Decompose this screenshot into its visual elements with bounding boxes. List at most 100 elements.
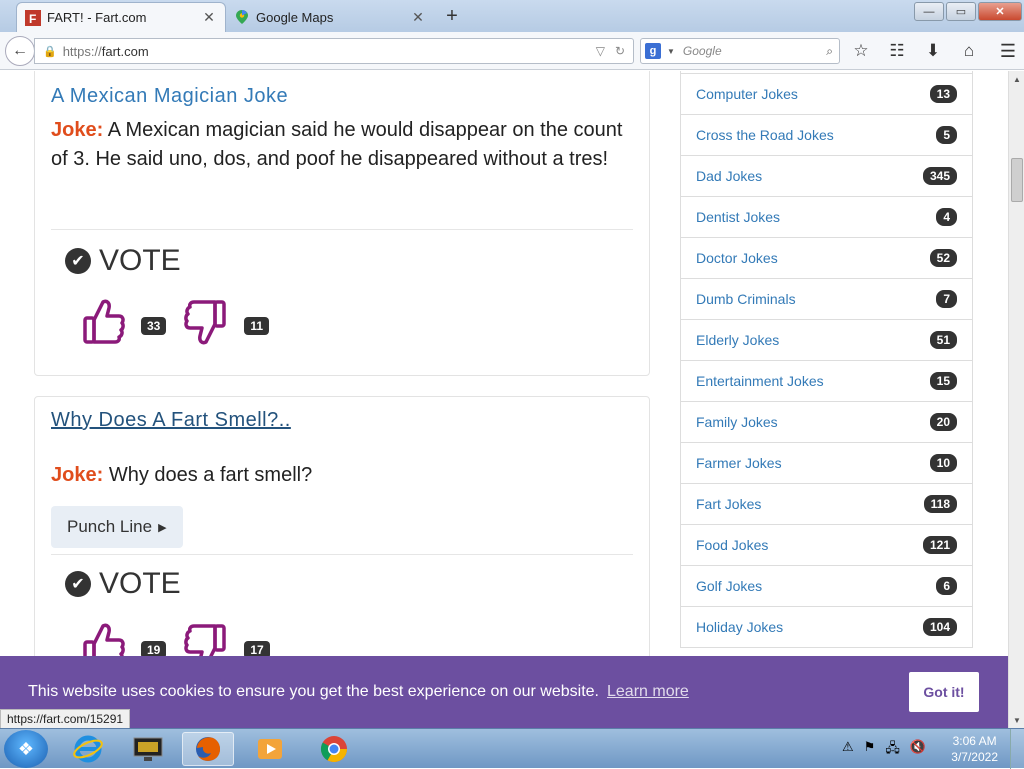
tab-google-maps[interactable]: Google Maps ✕ xyxy=(226,2,434,32)
show-desktop-button[interactable] xyxy=(1010,729,1024,769)
category-item[interactable]: Food Jokes 121 xyxy=(681,525,972,566)
category-item[interactable]: Farmer Jokes 10 xyxy=(681,443,972,484)
vote-label: VOTE xyxy=(99,567,181,600)
joke-text: Joke: A Mexican magician said he would d… xyxy=(51,116,633,174)
category-count-badge: 15 xyxy=(929,372,957,390)
new-tab-button[interactable]: + xyxy=(440,5,464,28)
category-name: Doctor Jokes xyxy=(696,250,778,266)
category-count-badge: 5 xyxy=(936,126,957,144)
vote-header: ✔ VOTE xyxy=(65,244,181,278)
category-count-badge: 52 xyxy=(929,249,957,267)
learn-more-link[interactable]: Learn more xyxy=(607,683,689,701)
vote-label: VOTE xyxy=(99,244,181,277)
scroll-thumb[interactable] xyxy=(1011,158,1023,202)
joke-body: A Mexican magician said he would disappe… xyxy=(51,119,623,170)
category-count-badge: 4 xyxy=(936,208,957,226)
tab-fart[interactable]: F FART! - Fart.com ✕ xyxy=(16,2,226,32)
category-count-badge: 7 xyxy=(936,290,957,308)
google-icon: g xyxy=(645,43,661,59)
category-item[interactable]: Entertainment Jokes 15 xyxy=(681,361,972,402)
lock-icon: 🔒 xyxy=(43,45,57,58)
got-it-button[interactable]: Got it! xyxy=(909,672,979,712)
url-host: fart.com xyxy=(101,43,149,59)
category-name: Family Jokes xyxy=(696,414,778,430)
volume-muted-icon[interactable]: 🔇 xyxy=(910,739,926,761)
joke-title[interactable]: A Mexican Magician Joke xyxy=(51,85,288,108)
home-icon[interactable]: ⌂ xyxy=(958,41,980,61)
media-center-icon[interactable] xyxy=(122,732,174,766)
category-item[interactable]: Dad Jokes 345 xyxy=(681,156,972,197)
punch-line-button[interactable]: Punch Line ▶ xyxy=(51,506,183,548)
category-name: Farmer Jokes xyxy=(696,455,782,471)
vote-header: ✔ VOTE xyxy=(65,567,181,601)
category-count-badge: 104 xyxy=(922,618,957,636)
joke-body: Why does a fart smell? xyxy=(108,464,313,486)
window-controls: — ▭ ✕ xyxy=(914,2,1022,21)
fart-favicon-icon: F xyxy=(25,9,41,26)
category-list: Computer Jokes 13 Cross the Road Jokes 5 Dad… xyxy=(680,71,973,648)
scroll-down-icon[interactable]: ▼ xyxy=(1009,712,1024,728)
category-item[interactable]: Cross the Road Jokes 5 xyxy=(681,115,972,156)
joke-label: Joke: xyxy=(51,119,104,141)
reading-list-icon[interactable]: ☷ xyxy=(886,41,908,61)
network-icon[interactable]: 🖧 xyxy=(885,739,900,761)
reload-icon[interactable]: ↻ xyxy=(615,44,625,58)
svg-text:F: F xyxy=(29,12,36,26)
search-icon[interactable]: ⌕ xyxy=(826,44,833,59)
action-center-icon[interactable]: ⚑ xyxy=(864,739,876,761)
address-bar[interactable]: 🔒 https:// fart.com ▽ ↻ xyxy=(34,38,634,64)
engine-dropdown-icon[interactable]: ▼ xyxy=(667,47,675,56)
url-protocol: https:// xyxy=(62,43,102,59)
caret-right-icon: ▶ xyxy=(158,521,167,534)
dropdown-arrow-icon[interactable]: ▽ xyxy=(596,44,605,58)
media-player-icon[interactable] xyxy=(244,732,296,766)
category-name: Fart Jokes xyxy=(696,496,762,512)
notification-icon[interactable]: ⚠ xyxy=(842,739,854,761)
category-count-badge: 118 xyxy=(923,495,957,513)
thumbs-down-icon[interactable] xyxy=(184,298,227,346)
scroll-up-icon[interactable]: ▲ xyxy=(1009,71,1024,87)
category-item[interactable]: Doctor Jokes 52 xyxy=(681,238,972,279)
category-item[interactable]: Dentist Jokes 4 xyxy=(681,197,972,238)
close-window-button[interactable]: ✕ xyxy=(978,2,1022,21)
joke-title[interactable]: Why Does A Fart Smell?.. xyxy=(51,409,291,432)
category-item[interactable]: Elderly Jokes 51 xyxy=(681,320,972,361)
download-icon[interactable]: ⬇ xyxy=(922,41,944,61)
category-item[interactable]: Family Jokes 20 xyxy=(681,402,972,443)
category-count-badge: 51 xyxy=(929,331,957,349)
clock-time: 3:06 AM xyxy=(952,734,997,748)
start-button[interactable]: ❖ xyxy=(4,730,48,768)
clock[interactable]: 3:06 AM 3/7/2022 xyxy=(951,733,998,765)
back-button[interactable]: ← xyxy=(5,36,35,66)
joke-card: A Mexican Magician Joke Joke: A Mexican … xyxy=(34,71,650,376)
firefox-icon[interactable] xyxy=(182,732,234,766)
category-name: Dad Jokes xyxy=(696,168,763,184)
chrome-icon[interactable] xyxy=(308,732,360,766)
hamburger-menu-icon[interactable]: ☰ xyxy=(1000,41,1016,62)
category-item[interactable]: Computer Jokes 13 xyxy=(681,74,972,115)
category-item[interactable]: Fart Jokes 118 xyxy=(681,484,972,525)
tab-bar: F FART! - Fart.com ✕ Google Maps ✕ + — ▭… xyxy=(0,0,1024,32)
category-item[interactable]: Dumb Criminals 7 xyxy=(681,279,972,320)
maps-pin-icon xyxy=(234,9,250,25)
taskbar: ❖ ⚠ ⚑ 🖧 🔇 3:06 AM 3/7/2022 xyxy=(0,728,1024,769)
punch-line-label: Punch Line xyxy=(67,517,153,536)
category-count-badge: 121 xyxy=(922,536,957,554)
category-name: Elderly Jokes xyxy=(696,332,780,348)
clock-date: 3/7/2022 xyxy=(951,750,998,764)
vertical-scrollbar[interactable]: ▲ ▼ xyxy=(1008,71,1024,728)
category-name: Computer Jokes xyxy=(696,86,798,102)
tab-close-icon[interactable]: ✕ xyxy=(201,9,217,26)
maximize-button[interactable]: ▭ xyxy=(946,2,976,21)
search-placeholder: Google xyxy=(682,44,722,58)
search-box[interactable]: g ▼ Google ⌕ xyxy=(640,38,840,64)
category-item[interactable]: Holiday Jokes 104 xyxy=(681,607,972,648)
minimize-button[interactable]: — xyxy=(914,2,944,21)
category-count-badge: 20 xyxy=(929,413,957,431)
thumbs-up-icon[interactable] xyxy=(83,298,125,346)
category-item[interactable]: Golf Jokes 6 xyxy=(681,566,972,607)
tab-close-icon[interactable]: ✕ xyxy=(410,9,426,26)
bookmark-star-icon[interactable]: ☆ xyxy=(850,41,872,61)
internet-explorer-icon[interactable] xyxy=(62,732,114,766)
category-count-badge: 10 xyxy=(929,454,957,472)
